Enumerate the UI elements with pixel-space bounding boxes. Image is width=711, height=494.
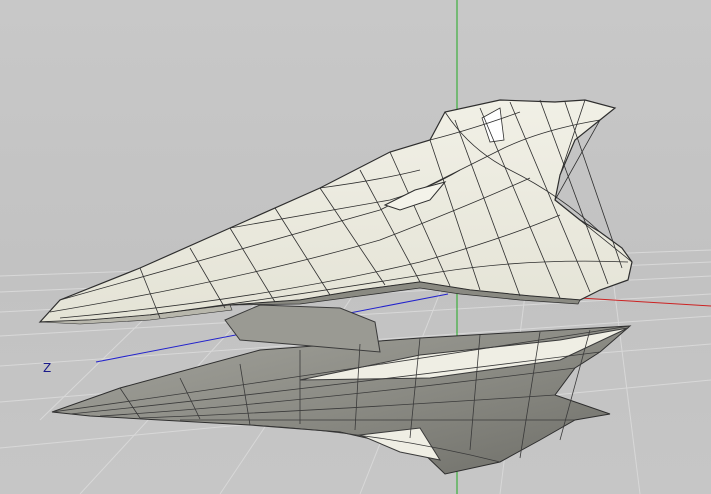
viewport-canvas[interactable] [0,0,711,494]
x-axis-line [579,297,711,307]
3d-viewport[interactable]: Z [0,0,711,494]
z-axis-label: Z [43,361,52,375]
fuselage-reflection [51,304,632,475]
fuselage-mesh[interactable] [38,99,633,325]
